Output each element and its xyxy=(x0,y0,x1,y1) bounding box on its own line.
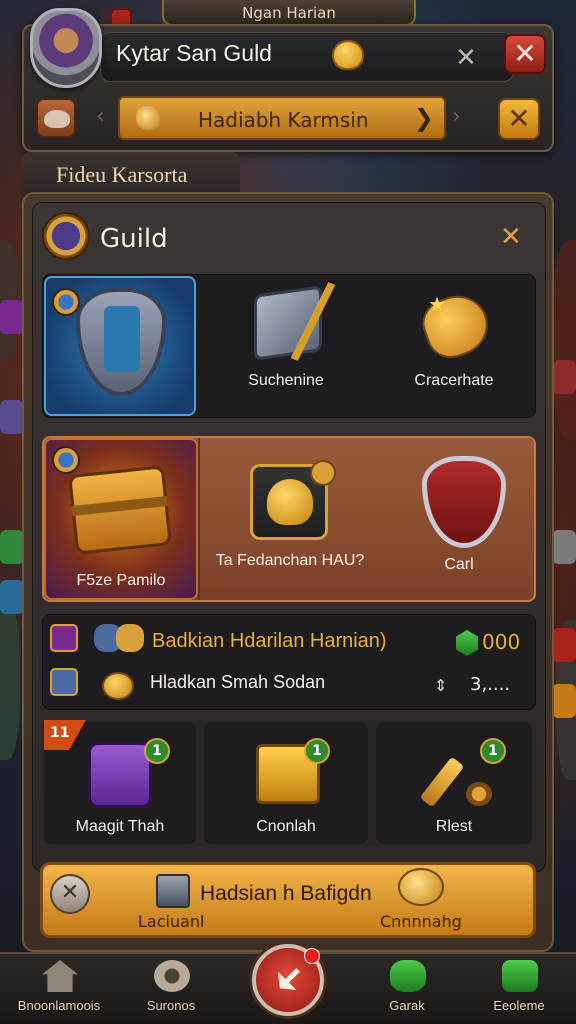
reward-icon xyxy=(136,106,160,130)
divider xyxy=(198,438,200,600)
badge-icon xyxy=(52,288,80,316)
side-icon[interactable] xyxy=(0,400,24,434)
chevron-right-dim-icon[interactable]: › xyxy=(452,104,461,129)
tab-section-label: Fideu Karsorta xyxy=(56,162,188,187)
reward-banner-label: Hadiabh Karmsin xyxy=(198,108,369,132)
guild-icon xyxy=(50,624,78,652)
stats-subtitle: Hladkan Smah Sodan xyxy=(150,672,326,692)
side-icon[interactable] xyxy=(0,580,24,614)
hero-icon xyxy=(50,668,78,696)
feature-label: F5ze Pamilo xyxy=(76,572,166,589)
shop-label: Rlest xyxy=(435,818,473,835)
sword-shield-icon xyxy=(254,285,322,361)
side-icon[interactable] xyxy=(552,628,576,662)
side-icon[interactable] xyxy=(0,530,24,564)
top-strip[interactable]: Ngan Harian xyxy=(162,0,416,26)
side-icon[interactable] xyxy=(0,300,24,334)
gold-coin-icon xyxy=(332,40,364,70)
anvil-icon xyxy=(156,874,190,908)
chevron-left-icon[interactable]: ‹ xyxy=(96,104,105,129)
back-button[interactable] xyxy=(36,98,76,138)
nav-item-home[interactable]: Bnoonlamoois xyxy=(4,956,114,1020)
home-icon xyxy=(42,960,78,992)
reward-banner[interactable]: Hadiabh Karmsin ❯ xyxy=(118,96,446,140)
coins-icon xyxy=(398,868,444,906)
stats-value: 3,.... xyxy=(470,674,511,695)
shop-icon xyxy=(502,960,538,992)
background-rock xyxy=(0,600,20,760)
side-icon[interactable] xyxy=(552,684,576,718)
claim-left-label: Laciuanl xyxy=(138,912,205,931)
badge-icon xyxy=(52,446,80,474)
panel-title: Guild xyxy=(100,224,168,254)
feature-label: Suchenine xyxy=(248,372,324,389)
top-strip-label: Ngan Harian xyxy=(242,4,336,22)
feature-label: Carl xyxy=(444,556,474,573)
coin-icon xyxy=(102,672,134,700)
dismiss-button[interactable]: ✕ xyxy=(50,874,90,914)
guild-name: Kytar San Guld xyxy=(116,40,272,66)
helmet-icon xyxy=(44,110,70,128)
sort-arrow-icon[interactable]: ⇕ xyxy=(434,676,447,695)
shop-label: Maagit Thah xyxy=(75,818,165,835)
nav-item-shop[interactable]: Eeoleme xyxy=(464,956,574,1020)
stats-title: Badkian Hdarilan Harnian) xyxy=(152,630,387,652)
background-rock xyxy=(552,240,576,440)
key-ring-icon xyxy=(466,782,492,806)
avatar[interactable] xyxy=(30,8,102,88)
tab-section[interactable]: Fideu Karsorta xyxy=(22,152,240,196)
star-icon: ★ xyxy=(428,292,446,316)
chevron-right-icon: ❯ xyxy=(413,104,434,132)
gem-count: 000 xyxy=(482,630,521,654)
claim-right-label: Cnnnnahg xyxy=(380,912,462,931)
feature-label: Cracerhate xyxy=(414,372,494,389)
treasure-chest-icon xyxy=(68,465,172,555)
nav-label: Garak xyxy=(389,998,425,1013)
nav-label: Eeoleme xyxy=(493,998,545,1013)
side-icon[interactable] xyxy=(552,530,576,564)
notification-dot xyxy=(304,948,320,964)
nav-label: Bnoonlamoois xyxy=(17,998,101,1013)
nav-label: Suronos xyxy=(146,998,196,1013)
guild-nav-icon xyxy=(390,960,426,992)
shop-label: Cnonlah xyxy=(256,818,316,835)
feature-label: Ta Fedanchan HAU? xyxy=(215,552,365,569)
count-badge: 1 xyxy=(144,738,170,764)
nav-item-settings[interactable]: Suronos xyxy=(116,956,226,1020)
guild-emblem-icon xyxy=(42,212,90,260)
mystery-box-icon xyxy=(88,742,152,808)
side-icon[interactable] xyxy=(552,360,576,394)
claim-title: Hadsian h Bafigdn xyxy=(200,882,372,905)
count-badge: 1 xyxy=(304,738,330,764)
count-badge: 1 xyxy=(480,738,506,764)
gear-icon xyxy=(154,960,190,992)
shield-small-icon xyxy=(116,624,144,652)
panel-close-icon[interactable]: ✕ xyxy=(500,222,522,252)
close-button[interactable]: ✕ xyxy=(504,34,546,74)
close-gold-button[interactable]: ✕ xyxy=(498,98,540,140)
count-badge xyxy=(310,460,336,486)
close-icon[interactable]: ✕ xyxy=(452,44,480,72)
nav-item-guild[interactable]: Garak xyxy=(352,956,462,1020)
